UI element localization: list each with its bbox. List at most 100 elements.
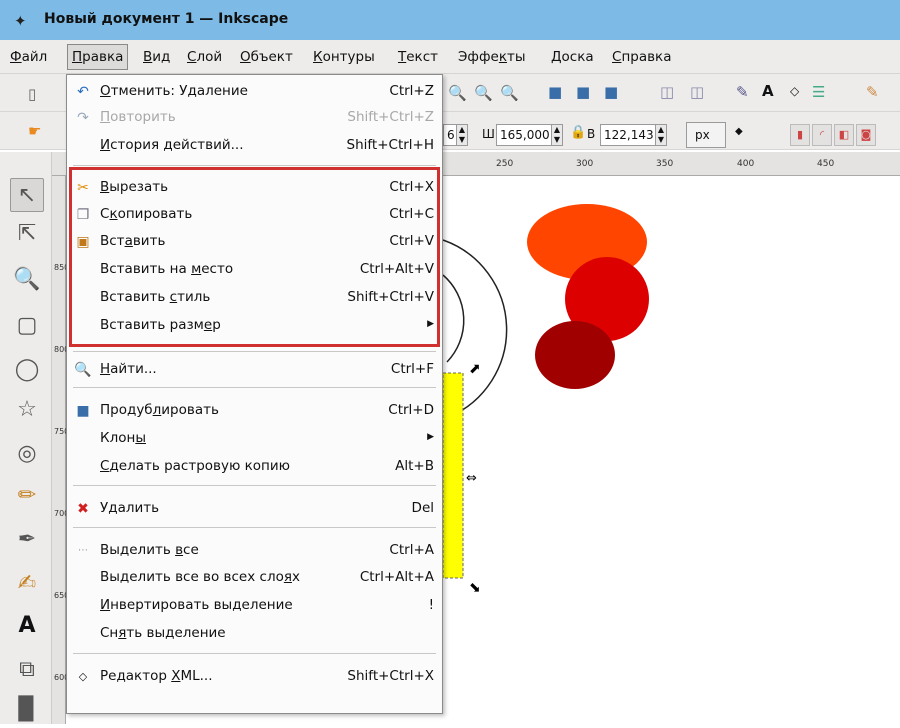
menu-board[interactable]: Доска — [551, 49, 594, 65]
menu-item-xml-editor[interactable]: ◇ Редактор XML... Shift+Ctrl+X — [67, 664, 442, 690]
menu-item-select-all[interactable]: ⋯ Выделить все Ctrl+A — [67, 538, 442, 564]
ellipse-tool-icon[interactable]: ◯ — [10, 352, 44, 386]
x-field[interactable]: 6 — [443, 124, 457, 146]
width-field[interactable]: 165,000 — [496, 124, 552, 146]
align-icon[interactable]: ☰ — [812, 83, 825, 101]
lock-icon[interactable]: 🔒 — [570, 125, 586, 140]
ruler-tick: 350 — [656, 159, 674, 169]
yellow-rectangle — [442, 372, 464, 579]
height-field[interactable]: 122,143 — [600, 124, 656, 146]
ruler-tick: 450 — [817, 159, 835, 169]
x-spinner[interactable]: ▲ ▼ — [456, 124, 468, 146]
menu-effects[interactable]: Эффекты — [458, 49, 526, 65]
submenu-arrow-icon: ▶ — [427, 319, 434, 329]
menu-item-make-bitmap[interactable]: Сделать растровую копию Alt+B — [67, 454, 442, 480]
menu-item-paste[interactable]: ▣ Вставить Ctrl+V — [67, 229, 442, 255]
dark-red-ellipse — [535, 321, 615, 389]
delete-icon: ✖ — [77, 501, 89, 517]
edit-menu: ↶ Отменить: Удаление Ctrl+Z ↷ Повторить Shif… — [66, 74, 443, 714]
move-gradients-button[interactable]: ◧ — [834, 124, 854, 146]
vruler-label: 850 — [54, 263, 70, 272]
select-all-icon: ⋯ — [78, 545, 88, 556]
height-spinner[interactable]: ▲ ▼ — [655, 124, 667, 146]
menu-item-invert-selection[interactable]: Инвертировать выделение! — [67, 593, 442, 619]
snap-icon[interactable]: ◫ — [660, 83, 674, 101]
xml-icon[interactable]: ◇ — [790, 84, 799, 98]
snap-nodes-icon[interactable]: ◫ — [690, 83, 704, 101]
xml-editor-icon: ◇ — [78, 670, 88, 683]
text-font-icon[interactable]: A — [762, 82, 774, 100]
menu-item-delete[interactable]: ✖ Удалить Del — [67, 496, 442, 522]
menu-separator — [73, 165, 436, 166]
zoom-out-icon[interactable]: 🔍 — [474, 84, 493, 102]
selector-tool-icon[interactable]: ↖ — [10, 178, 44, 212]
menu-item-cut[interactable]: ✂ Вырезать Ctrl+X — [67, 175, 442, 201]
menu-item-history[interactable]: История действий... Shift+Ctrl+H — [67, 133, 442, 159]
zoom-in-icon[interactable]: 🔍 — [448, 84, 467, 102]
scale-stroke-button[interactable]: ▮ — [790, 124, 810, 146]
spiral-tool-icon[interactable]: ◎ — [10, 436, 44, 470]
group-icon[interactable]: ■ — [548, 83, 562, 101]
menu-paths[interactable]: Контуры — [313, 49, 375, 65]
menu-item-paste-in-place[interactable]: Вставить на место Ctrl+Alt+V — [67, 257, 442, 283]
menu-item-select-all-layers[interactable]: Выделить все во всех слоях Ctrl+Alt+A — [67, 565, 442, 591]
vertical-ruler — [52, 176, 66, 724]
menu-view[interactable]: Вид — [143, 49, 170, 65]
vruler-label: 800 — [54, 345, 70, 354]
copy-icon: ❐ — [76, 207, 90, 223]
duplicate-icon: ■ — [76, 403, 90, 419]
width-spinner[interactable]: ▲ ▼ — [551, 124, 563, 146]
menu-item-paste-size[interactable]: Вставить размер ▶ — [67, 313, 442, 339]
resize-handle-middle: ⇔ — [466, 471, 477, 486]
menu-item-clones[interactable]: Клоны ▶ — [67, 426, 442, 452]
connector-tool-icon[interactable]: ⧉ — [10, 652, 44, 686]
calligraphy-tool-icon[interactable]: ✍ — [10, 566, 44, 600]
fill-stroke-icon[interactable]: ✎ — [736, 83, 749, 101]
gradient-tool-icon[interactable]: ▉ — [10, 692, 44, 726]
layers-icon[interactable]: ■ — [604, 83, 618, 101]
star-tool-icon[interactable]: ☆ — [10, 392, 44, 426]
toolbox: ↖ ⇱ 🔍 ▢ ◯ ☆ ◎ ✏ ✒ ✍ A ⧉ ▉ — [0, 152, 52, 724]
menu-item-find[interactable]: 🔍 Найти... Ctrl+F — [67, 357, 442, 383]
menu-separator — [73, 485, 436, 486]
resize-handle-top: ⬈ — [469, 361, 481, 377]
menu-item-undo[interactable]: ↶ Отменить: Удаление Ctrl+Z — [67, 79, 442, 105]
menu-item-copy[interactable]: ❐ Скопировать Ctrl+C — [67, 202, 442, 228]
menu-bar: Файл Правка Вид Слой Объект Контуры Текс… — [0, 40, 900, 74]
vruler-label: 700 — [54, 509, 70, 518]
menu-separator — [73, 653, 436, 654]
width-label: Ш — [482, 127, 495, 141]
zoom-page-icon[interactable]: 🔍 — [500, 84, 519, 102]
menu-object[interactable]: Объект — [240, 49, 293, 65]
menu-separator — [73, 387, 436, 388]
menu-item-duplicate[interactable]: ■ Продублировать Ctrl+D — [67, 398, 442, 424]
new-document-icon[interactable]: ▯ — [28, 85, 36, 103]
select-transform-icon[interactable]: ☛ — [28, 122, 41, 140]
vruler-label: 600 — [54, 673, 70, 682]
menu-help[interactable]: Справка — [612, 49, 672, 65]
menu-item-redo[interactable]: ↷ Повторить Shift+Ctrl+Z — [67, 105, 442, 131]
menu-separator — [73, 351, 436, 352]
text-tool-icon[interactable]: A — [10, 608, 44, 642]
node-tool-icon[interactable]: ⇱ — [10, 216, 44, 250]
preferences-icon[interactable]: ✎ — [866, 83, 879, 101]
menu-layer[interactable]: Слой — [187, 49, 222, 65]
unit-combo[interactable]: px — [686, 122, 726, 148]
zoom-tool-icon[interactable]: 🔍 — [10, 262, 44, 296]
scale-corners-button[interactable]: ◜ — [812, 124, 832, 146]
rectangle-tool-icon[interactable]: ▢ — [10, 308, 44, 342]
resize-handle-bottom: ⬊ — [469, 580, 481, 596]
unit-dropdown-icon[interactable]: ◆ — [735, 126, 743, 137]
redo-icon: ↷ — [77, 110, 89, 126]
ungroup-icon[interactable]: ■ — [576, 83, 590, 101]
menu-item-deselect[interactable]: Снять выделение — [67, 621, 442, 647]
pencil-tool-icon[interactable]: ✏ — [10, 478, 44, 512]
menu-edit[interactable]: Правка — [67, 44, 129, 70]
menu-file[interactable]: Файл — [10, 49, 47, 65]
move-patterns-button[interactable]: ◙ — [856, 124, 876, 146]
vruler-label: 650 — [54, 591, 70, 600]
menu-item-paste-style[interactable]: Вставить стиль Shift+Ctrl+V — [67, 285, 442, 311]
menu-text[interactable]: Текст — [398, 49, 438, 65]
cut-icon: ✂ — [77, 180, 89, 196]
pen-tool-icon[interactable]: ✒ — [10, 522, 44, 556]
